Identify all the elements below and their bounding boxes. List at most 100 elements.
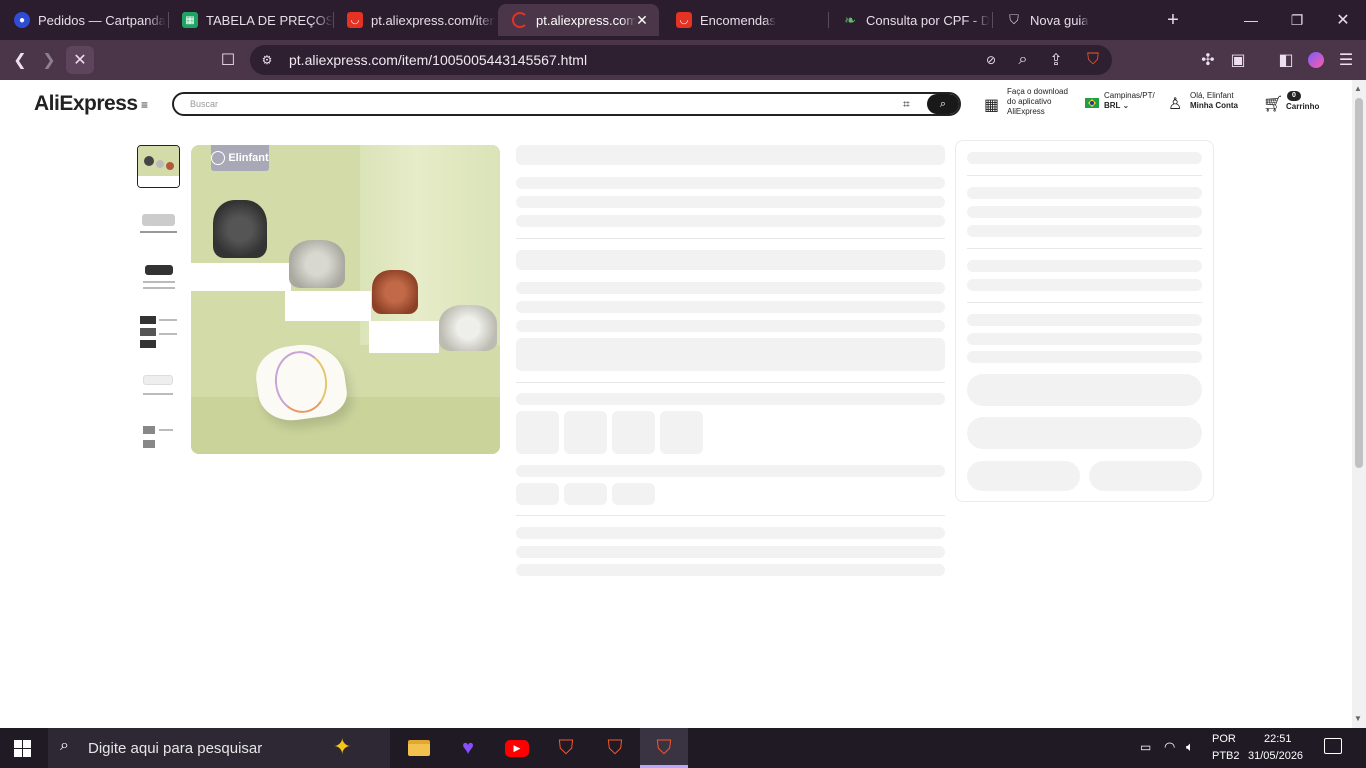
sparkle-icon: ✦ — [333, 734, 352, 759]
no-translate-icon[interactable]: ⊘ — [979, 48, 1003, 72]
keyboard-layout[interactable]: PTB2 — [1212, 750, 1240, 762]
app-download-line1: Faça o download — [1007, 87, 1068, 96]
skeleton-line — [967, 206, 1202, 218]
clock-date[interactable]: 31/05/2026 — [1248, 750, 1303, 762]
skeleton-variant — [612, 411, 655, 454]
user-icon[interactable]: ♙ — [1168, 94, 1182, 114]
divider — [967, 248, 1202, 249]
search-input[interactable] — [172, 92, 961, 116]
search-icon: ⌕ — [60, 737, 69, 754]
new-tab-button[interactable]: + — [1150, 0, 1196, 40]
gallery-thumbnail-3[interactable] — [137, 257, 180, 300]
skeleton-option — [612, 483, 655, 505]
brave-shields-icon[interactable]: ⛉ — [1081, 48, 1105, 72]
white-cloth-stack-image — [439, 305, 497, 351]
tab-encomendas[interactable]: ◡ Encomendas — [662, 4, 828, 36]
volume-icon[interactable]: 🔈︎ — [1186, 739, 1194, 755]
purple-heart-app-icon[interactable]: ♥ — [444, 728, 492, 768]
zoom-icon[interactable]: ⌕ — [1011, 48, 1035, 72]
skeleton-line — [967, 152, 1202, 164]
brazil-flag-icon — [1085, 98, 1099, 108]
account-link: Minha Conta — [1190, 101, 1238, 110]
gallery-thumbnail-1[interactable] — [137, 145, 180, 188]
tab-consulta-cpf[interactable]: ❧ Consulta por CPF - D — [828, 4, 992, 36]
tab-aliexpress-1[interactable]: ◡ pt.aliexpress.com/item — [333, 4, 495, 36]
brave-browser-active-icon[interactable]: ⛉ — [640, 728, 688, 768]
brave-browser-icon[interactable]: ⛉ — [542, 728, 590, 768]
skeleton-block — [516, 338, 945, 371]
gallery-thumbnail-2[interactable] — [137, 201, 180, 244]
skeleton-line — [516, 282, 945, 294]
scrollbar-thumb[interactable] — [1355, 98, 1363, 468]
youtube-icon[interactable]: ▶ — [493, 728, 541, 768]
category-menu-icon[interactable]: ≡ — [141, 98, 148, 112]
cart-count-badge: 0 — [1287, 91, 1301, 101]
skeleton-line — [967, 314, 1202, 326]
account-menu[interactable]: Olá, Elinfant Minha Conta — [1190, 91, 1238, 111]
back-button[interactable]: ❮ — [8, 48, 32, 72]
tab-title: pt.aliexpress.com/item — [371, 12, 495, 28]
tab-title: Nova guia — [1030, 12, 1089, 28]
region-selector[interactable]: Campinas/PT/ BRL ⌄ — [1104, 91, 1155, 111]
aliexpress-logo[interactable]: AliExpress — [34, 92, 138, 116]
scroll-down-arrow[interactable]: ▼ — [1354, 714, 1362, 723]
skeleton-line — [967, 279, 1202, 291]
product-main-image[interactable]: Elinfant — [191, 145, 500, 454]
skeleton-option — [564, 483, 607, 505]
battery-icon[interactable]: ▭ — [1140, 740, 1151, 754]
aliexpress-icon: ◡ — [676, 12, 692, 28]
skeleton-variant — [564, 411, 607, 454]
search-placeholder: Buscar — [190, 99, 219, 109]
tab-pedidos[interactable]: ● Pedidos — Cartpanda — [0, 4, 168, 36]
stop-loading-button[interactable]: ✕ — [66, 46, 94, 74]
close-window-button[interactable]: ✕ — [1320, 0, 1366, 40]
share-icon[interactable]: ⇪ — [1044, 48, 1068, 72]
profile-icon[interactable] — [1304, 48, 1328, 72]
skeleton-line — [516, 465, 945, 477]
menu-icon[interactable]: ☰ — [1334, 48, 1358, 72]
bookmark-icon[interactable]: ☐ — [216, 48, 240, 72]
tab-tabela[interactable]: ▦ TABELA DE PREÇOS 0 — [168, 4, 333, 36]
url-text: pt.aliexpress.com/item/1005005443145567.… — [289, 52, 588, 68]
notification-center-icon[interactable] — [1324, 738, 1342, 754]
sidebar-icon[interactable]: ◧ — [1274, 48, 1298, 72]
gallery-thumbnail-5[interactable] — [137, 369, 180, 412]
minimize-button[interactable]: — — [1228, 0, 1274, 40]
gallery-thumbnail-6[interactable] — [137, 420, 180, 455]
brave-browser-icon[interactable]: ⛉ — [591, 728, 639, 768]
skeleton-line — [967, 333, 1202, 345]
cart-icon[interactable]: 🛒︎ — [1263, 94, 1283, 114]
clock-time[interactable]: 22:51 — [1264, 733, 1292, 745]
close-tab-icon[interactable]: ✕ — [635, 13, 649, 27]
wallet-icon[interactable]: ▣ — [1226, 48, 1250, 72]
loading-icon — [512, 12, 528, 28]
tab-title: Pedidos — Cartpanda — [38, 12, 166, 28]
search-button[interactable]: ⌕ — [927, 94, 959, 114]
divider — [516, 238, 945, 239]
skeleton-buy-button — [967, 374, 1202, 406]
tab-nova-guia[interactable]: ⛉ Nova guia — [992, 4, 1152, 36]
qr-code-icon[interactable]: ▦ — [984, 95, 999, 115]
site-info-icon[interactable]: ⚙ — [255, 48, 279, 72]
windows-start-button[interactable] — [14, 740, 31, 757]
tab-aliexpress-active[interactable]: pt.aliexpress.com/i ✕ — [498, 4, 659, 36]
wifi-icon[interactable]: ◠ — [1164, 739, 1175, 755]
gallery-thumbnail-4[interactable] — [137, 313, 180, 356]
image-search-icon[interactable]: ⌗ — [903, 97, 910, 112]
skeleton-title — [516, 145, 945, 165]
app-download-link[interactable]: Faça o download do aplicativo AliExpress — [1007, 87, 1068, 117]
brave-shield-icon: ⛉ — [1009, 12, 1019, 27]
language-code[interactable]: POR — [1212, 733, 1236, 745]
extensions-icon[interactable]: ✣ — [1196, 48, 1220, 72]
gray-cloth-stack-image — [213, 200, 267, 258]
skeleton-line — [967, 351, 1202, 363]
divider — [516, 515, 945, 516]
scroll-up-arrow[interactable]: ▲ — [1354, 84, 1362, 93]
divider — [967, 302, 1202, 303]
file-explorer-icon[interactable] — [395, 728, 443, 768]
chevron-down-icon: ⌄ — [1122, 101, 1130, 110]
cart-label[interactable]: Carrinho — [1286, 102, 1319, 112]
forward-button[interactable]: ❯ — [37, 48, 61, 72]
skeleton-line — [516, 196, 945, 208]
restore-button[interactable]: ❐ — [1274, 0, 1320, 40]
